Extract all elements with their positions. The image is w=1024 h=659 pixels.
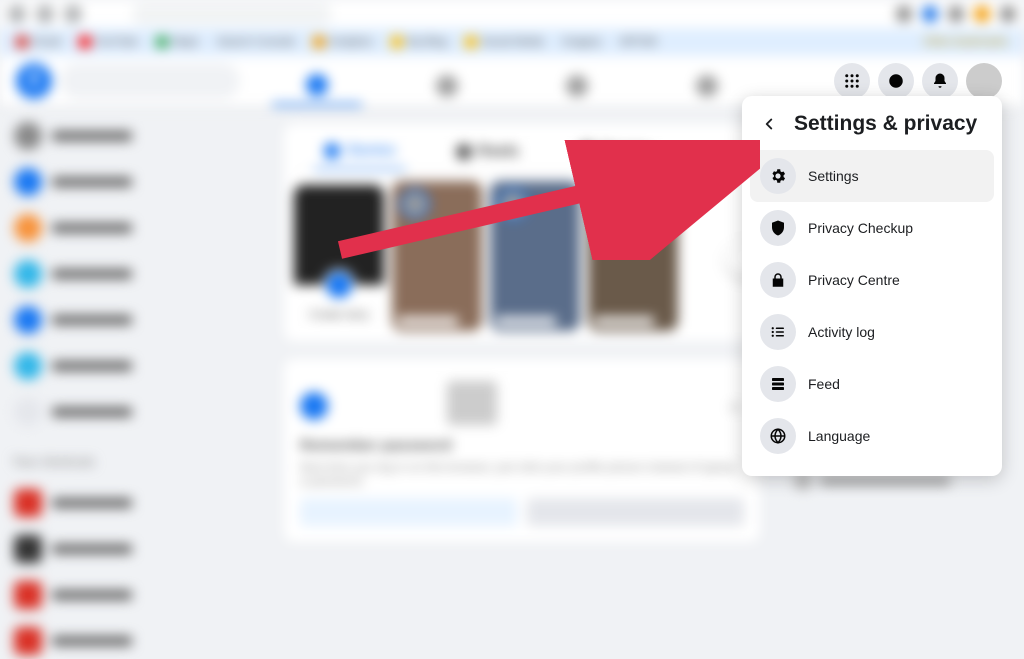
ok-button[interactable]	[300, 498, 517, 526]
menu-label: Settings	[808, 168, 859, 184]
menu-grid-icon[interactable]	[834, 63, 870, 99]
menu-label: Privacy Centre	[808, 272, 900, 288]
menu-item-activity-log[interactable]: Activity log	[750, 306, 994, 358]
create-story[interactable]: Create story	[294, 181, 384, 331]
menu-item-privacy-checkup[interactable]: Privacy Checkup	[750, 202, 994, 254]
feed-icon	[760, 366, 796, 402]
gear-icon	[760, 158, 796, 194]
bookmarks-bar: Gmail YouTube Maps Search Console Analyt…	[0, 28, 1024, 56]
tab-home[interactable]	[272, 66, 362, 106]
menu-label: Language	[808, 428, 870, 444]
center-nav	[272, 66, 752, 106]
account-avatar[interactable]	[966, 63, 1002, 99]
menu-label: Activity log	[808, 324, 875, 340]
search-input[interactable]	[60, 63, 240, 99]
menu-label: Feed	[808, 376, 840, 392]
not-now-button[interactable]	[527, 498, 744, 526]
browser-chrome: Gmail YouTube Maps Search Console Analyt…	[0, 0, 1024, 56]
remember-password-card: ✕ Remember password Next time you log in…	[284, 359, 760, 542]
list-icon	[760, 314, 796, 350]
stories-card: Stories Reels Rooms Create story	[284, 124, 760, 341]
globe-icon	[760, 418, 796, 454]
address-bar[interactable]	[132, 3, 332, 25]
settings-privacy-dropdown: Settings & privacy Settings Privacy Chec…	[742, 96, 1002, 476]
annotation-arrow	[330, 140, 760, 260]
menu-item-settings[interactable]: Settings	[750, 150, 994, 202]
main-feed: Stories Reels Rooms Create story	[260, 106, 784, 510]
tab-watch[interactable]	[402, 66, 492, 106]
dropdown-title: Settings & privacy	[794, 112, 977, 136]
notifications-icon[interactable]	[922, 63, 958, 99]
left-sidebar: Your shortcuts	[0, 106, 260, 510]
back-button[interactable]	[758, 113, 780, 135]
stories-tab-rooms[interactable]: Rooms	[569, 134, 662, 170]
stories-tab-stories[interactable]: Stories	[314, 134, 406, 170]
menu-item-privacy-centre[interactable]: Privacy Centre	[750, 254, 994, 306]
tab-groups[interactable]	[662, 66, 752, 106]
header-right-icons	[834, 63, 1002, 99]
menu-item-language[interactable]: Language	[750, 410, 994, 462]
menu-label: Privacy Checkup	[808, 220, 913, 236]
facebook-logo[interactable]: f	[16, 63, 52, 99]
stories-tab-reels[interactable]: Reels	[446, 134, 529, 170]
menu-item-feed[interactable]: Feed	[750, 358, 994, 410]
lock-icon	[760, 262, 796, 298]
messenger-icon[interactable]	[878, 63, 914, 99]
tab-market[interactable]	[532, 66, 622, 106]
shield-lock-icon	[760, 210, 796, 246]
